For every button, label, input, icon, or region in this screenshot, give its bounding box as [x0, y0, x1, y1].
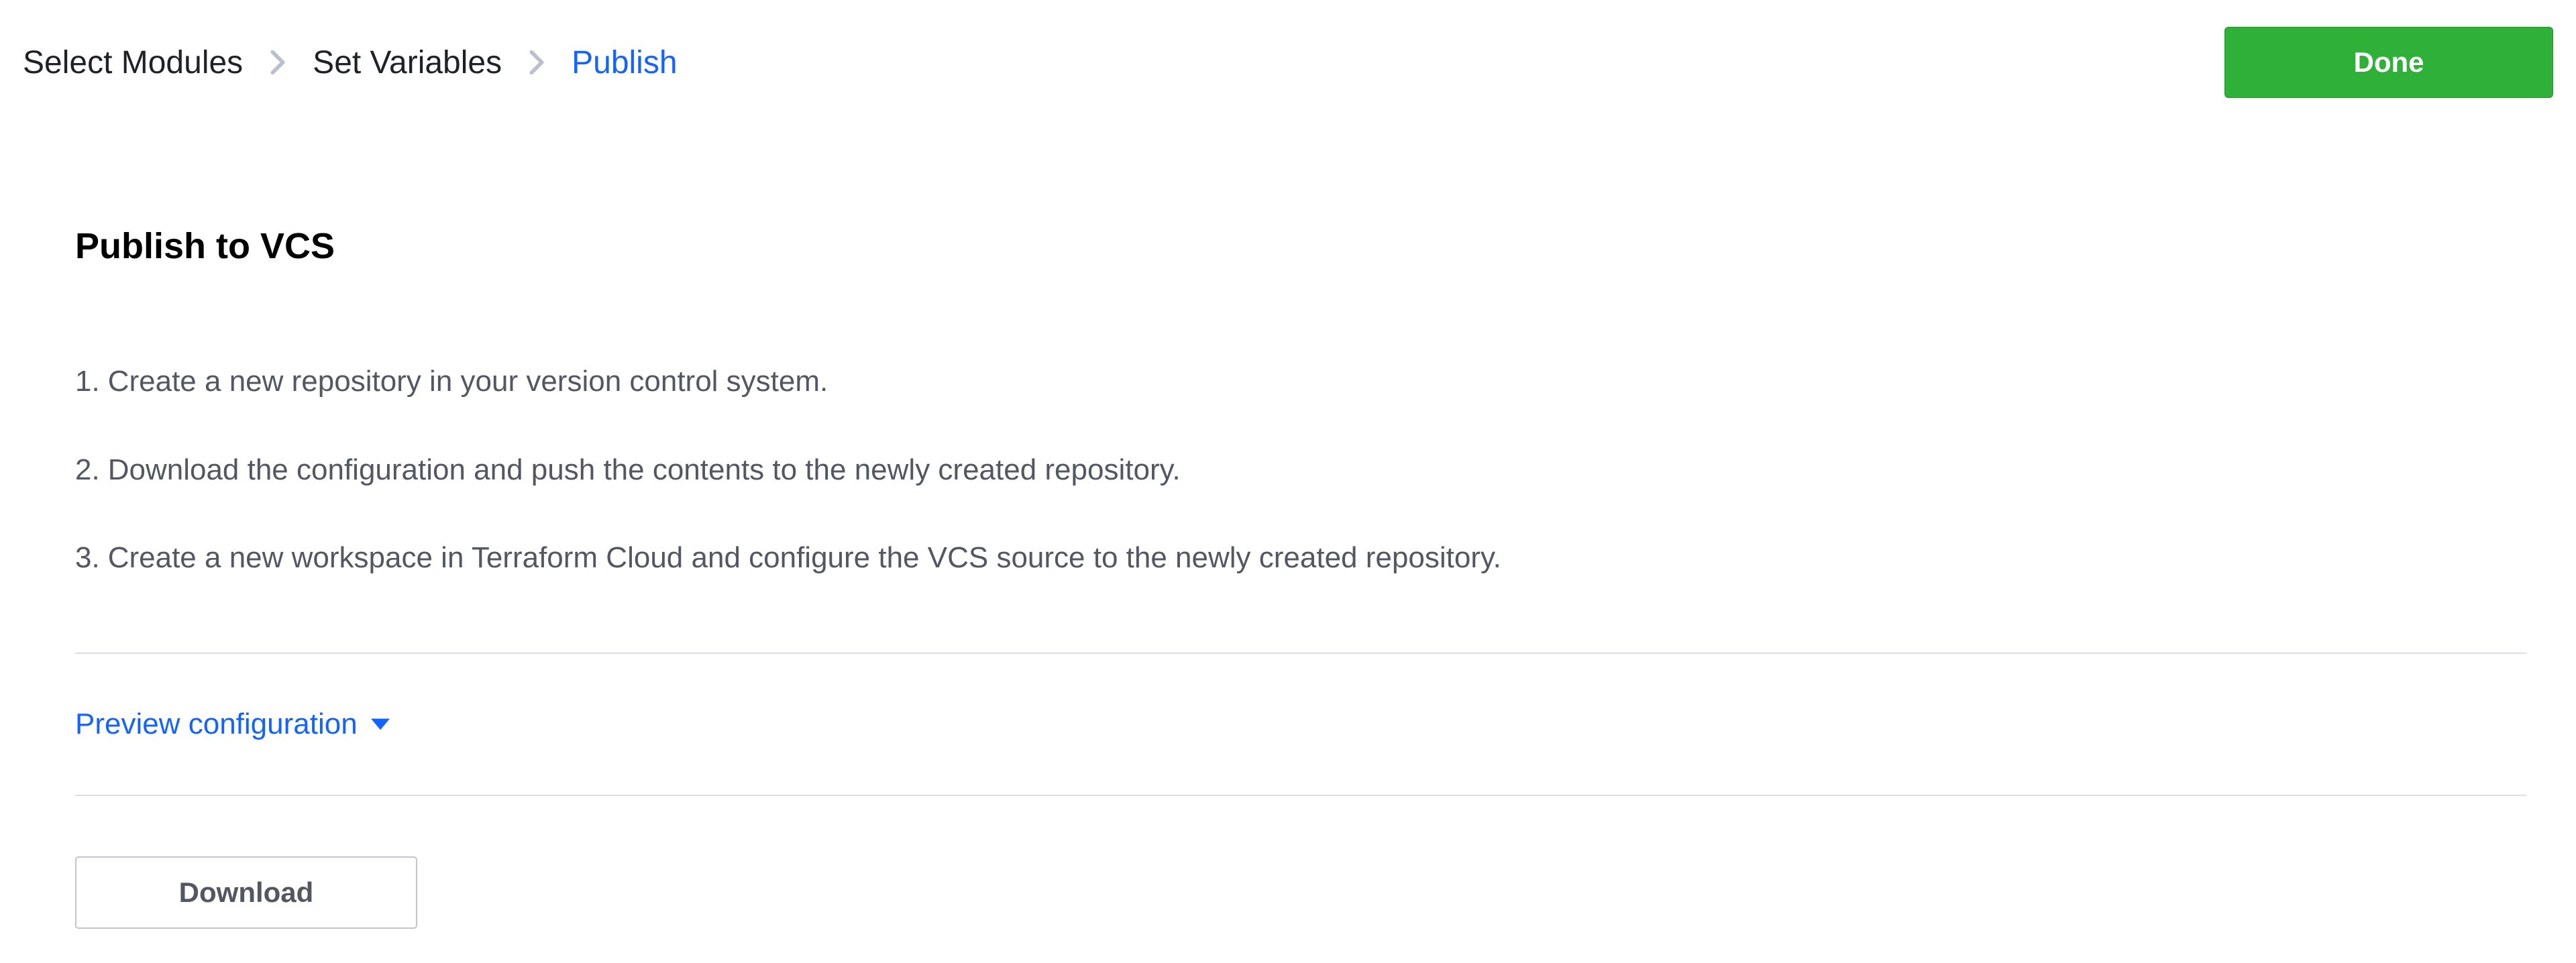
steps-list: 1. Create a new repository in your versi… — [75, 361, 2526, 579]
top-bar: Select Modules Set Variables Publish Don… — [23, 27, 2553, 98]
main-content: Publish to VCS 1. Create a new repositor… — [23, 225, 2553, 929]
done-button[interactable]: Done — [2224, 27, 2553, 98]
section-title: Publish to VCS — [75, 225, 2526, 267]
preview-configuration-toggle[interactable]: Preview configuration — [75, 707, 390, 741]
caret-down-icon — [371, 718, 390, 730]
step-text: Create a new workspace in Terraform Clou… — [108, 537, 1501, 579]
chevron-right-icon — [529, 50, 545, 74]
breadcrumb-item-select-modules[interactable]: Select Modules — [23, 44, 243, 81]
breadcrumb: Select Modules Set Variables Publish — [23, 44, 678, 81]
step-text: Download the configuration and push the … — [108, 449, 1181, 491]
step-item: 3. Create a new workspace in Terraform C… — [75, 537, 2526, 579]
divider — [75, 795, 2526, 796]
step-number: 1. — [75, 361, 100, 402]
step-number: 3. — [75, 537, 100, 579]
step-number: 2. — [75, 449, 100, 491]
step-item: 1. Create a new repository in your versi… — [75, 361, 2526, 402]
chevron-right-icon — [270, 50, 286, 74]
preview-configuration-label: Preview configuration — [75, 707, 358, 741]
divider — [75, 653, 2526, 654]
download-button[interactable]: Download — [75, 856, 417, 929]
step-text: Create a new repository in your version … — [108, 361, 828, 402]
actions-row: Download — [75, 856, 2526, 929]
breadcrumb-item-publish[interactable]: Publish — [572, 44, 677, 81]
breadcrumb-item-set-variables[interactable]: Set Variables — [313, 44, 502, 81]
step-item: 2. Download the configuration and push t… — [75, 449, 2526, 491]
